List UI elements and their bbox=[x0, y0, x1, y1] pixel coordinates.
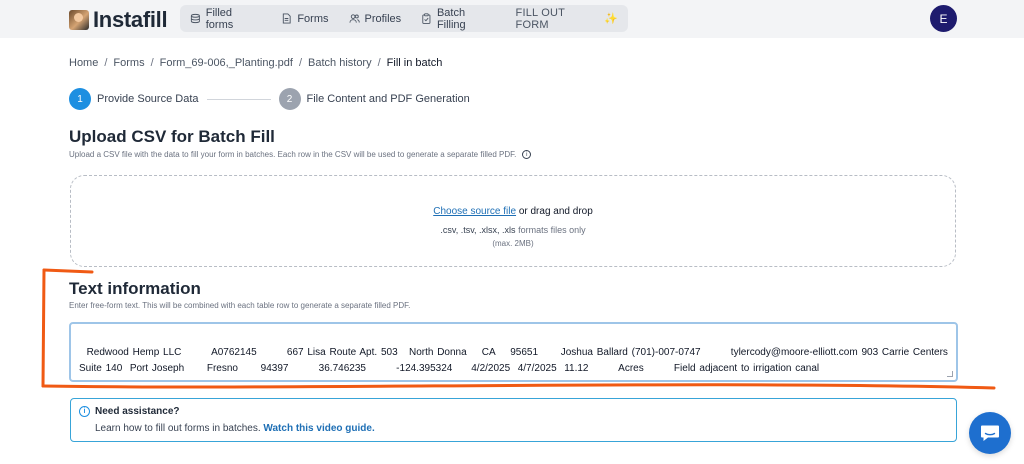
step-2-indicator: 2 bbox=[278, 88, 301, 110]
breadcrumb-form-file[interactable]: Form_69-006,_Planting.pdf bbox=[160, 57, 293, 69]
upload-section-title: Upload CSV for Batch Fill bbox=[69, 127, 275, 146]
breadcrumb-separator: / bbox=[377, 57, 381, 69]
breadcrumb-batch-history[interactable]: Batch history bbox=[308, 57, 372, 69]
clipboard-icon bbox=[422, 13, 431, 24]
assistance-text: Learn how to fill out forms in batches. bbox=[95, 423, 261, 434]
free-form-text-input[interactable]: Redwood Hemp LLC A0762145 667 Lisa Route… bbox=[69, 322, 958, 382]
main-nav: Filled forms Forms Profiles Batch Fillin… bbox=[180, 5, 628, 32]
nav-forms[interactable]: Forms bbox=[271, 5, 338, 32]
text-info-title: Text information bbox=[69, 279, 201, 298]
allowed-extensions: .csv, .tsv, .xlsx, .xls bbox=[440, 225, 516, 235]
text-info-subtitle: Enter free-form text. This will be combi… bbox=[69, 301, 411, 310]
users-icon bbox=[348, 14, 360, 23]
nav-filled-forms[interactable]: Filled forms bbox=[180, 5, 271, 32]
fill-out-form-label: FILL OUT FORM bbox=[515, 6, 565, 31]
step-1-indicator: 1 bbox=[69, 88, 91, 110]
breadcrumb-separator: / bbox=[104, 57, 108, 69]
chat-support-button[interactable] bbox=[969, 412, 1011, 454]
fill-out-form-button[interactable]: FILL OUT FORM ✨ bbox=[506, 5, 628, 32]
top-navigation-bar: Instafill Filled forms Forms Profiles Ba… bbox=[0, 0, 1024, 38]
assistance-title: Need assistance? bbox=[95, 406, 180, 417]
info-circle-icon: i bbox=[79, 406, 90, 417]
database-icon bbox=[190, 13, 200, 24]
assistance-callout: i Need assistance? Learn how to fill out… bbox=[70, 398, 957, 442]
app-name: Instafill bbox=[93, 7, 168, 32]
nav-filled-forms-label: Filled forms bbox=[205, 6, 234, 31]
video-guide-link[interactable]: Watch this video guide. bbox=[263, 423, 374, 434]
upload-subtitle-text: Upload a CSV file with the data to fill … bbox=[69, 150, 517, 159]
nav-batch-filling[interactable]: Batch Filling bbox=[411, 5, 505, 32]
choose-source-file-link[interactable]: Choose source file bbox=[433, 206, 516, 217]
chat-bubble-icon bbox=[981, 425, 999, 441]
breadcrumb: Home / Forms / Form_69-006,_Planting.pdf… bbox=[69, 57, 442, 69]
formats-text: formats files only bbox=[518, 225, 586, 235]
user-avatar[interactable]: E bbox=[930, 5, 957, 32]
step-connector bbox=[206, 98, 271, 100]
progress-stepper: 1 Provide Source Data 2 File Content and… bbox=[69, 88, 470, 110]
assistance-body: Learn how to fill out forms in batches. … bbox=[95, 423, 375, 434]
max-file-size: (max. 2MB) bbox=[492, 239, 534, 248]
dropzone-prompt: Choose source file or drag and drop bbox=[71, 206, 955, 217]
breadcrumb-current: Fill in batch bbox=[386, 57, 443, 69]
app-logo[interactable]: Instafill bbox=[69, 7, 168, 33]
sparkle-icon: ✨ bbox=[604, 13, 618, 25]
nav-batch-filling-label: Batch Filling bbox=[436, 6, 466, 31]
info-icon[interactable]: i bbox=[522, 150, 532, 159]
nav-profiles-label: Profiles bbox=[364, 12, 402, 25]
document-icon bbox=[283, 13, 291, 24]
file-dropzone[interactable]: Choose source file or drag and drop .csv… bbox=[70, 175, 956, 267]
nav-profiles[interactable]: Profiles bbox=[339, 5, 412, 32]
free-form-text-value: Redwood Hemp LLC A0762145 667 Lisa Route… bbox=[79, 347, 952, 374]
dropzone-formats: .csv, .tsv, .xlsx, .xls formats files on… bbox=[71, 225, 955, 235]
step-1-label: Provide Source Data bbox=[97, 93, 199, 105]
step-2-label: File Content and PDF Generation bbox=[306, 93, 470, 105]
breadcrumb-separator: / bbox=[150, 57, 154, 69]
upload-section-subtitle: Upload a CSV file with the data to fill … bbox=[69, 150, 532, 159]
nav-forms-label: Forms bbox=[297, 12, 329, 25]
logo-icon bbox=[69, 10, 89, 30]
resize-handle[interactable] bbox=[947, 371, 953, 377]
breadcrumb-forms[interactable]: Forms bbox=[113, 57, 144, 69]
drag-drop-text: or drag and drop bbox=[518, 206, 593, 217]
breadcrumb-separator: / bbox=[298, 57, 303, 69]
breadcrumb-home[interactable]: Home bbox=[69, 57, 98, 69]
